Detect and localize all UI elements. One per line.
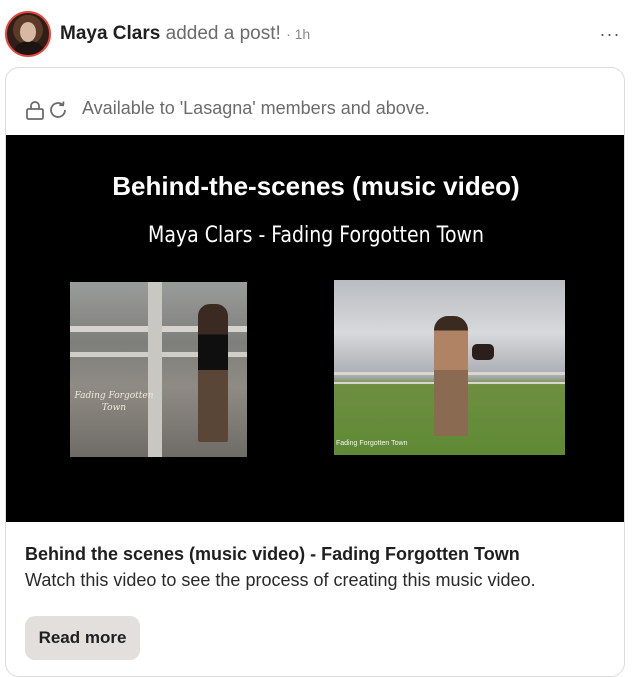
lock-icon [26,101,44,120]
avatar-face [20,22,36,42]
fence-post [148,282,162,457]
video-title: Behind-the-scenes (music video) [112,171,520,201]
author-name[interactable]: Maya Clars [60,23,160,44]
person-figure [434,316,468,436]
avatar-body [14,41,44,55]
horse-figure [472,344,494,360]
access-text: Available to 'Lasagna' members and above… [82,98,430,118]
video-thumbnail[interactable]: Behind-the-scenes (music video) Maya Cla… [6,135,624,522]
author-line: Maya Clars added a post! · 1h [60,22,310,46]
more-options-button[interactable]: ··· [598,22,622,46]
person-figure [198,304,228,442]
video-subtitle: Maya Clars - Fading Forgotten Town [148,223,484,248]
still-caption: Fading Forgotten Town [336,440,408,447]
still-caption: Fading Forgotten Town [74,391,154,413]
refresh-icon [50,101,66,118]
post-title[interactable]: Behind the scenes (music video) - Fading… [25,544,520,565]
post-card: Available to 'Lasagna' members and above… [5,67,625,677]
read-more-button[interactable]: Read more [25,616,140,660]
post-header: Maya Clars added a post! · 1h ··· [0,0,640,68]
video-still-left: Fading Forgotten Town [70,282,247,457]
video-still-right: Fading Forgotten Town [334,280,565,455]
post-action-text: added a post! [165,23,281,44]
access-notice: Available to 'Lasagna' members and above… [6,88,624,130]
post-description: Watch this video to see the process of c… [25,570,536,590]
post-timestamp: · 1h [286,26,311,42]
author-avatar[interactable] [5,11,51,57]
